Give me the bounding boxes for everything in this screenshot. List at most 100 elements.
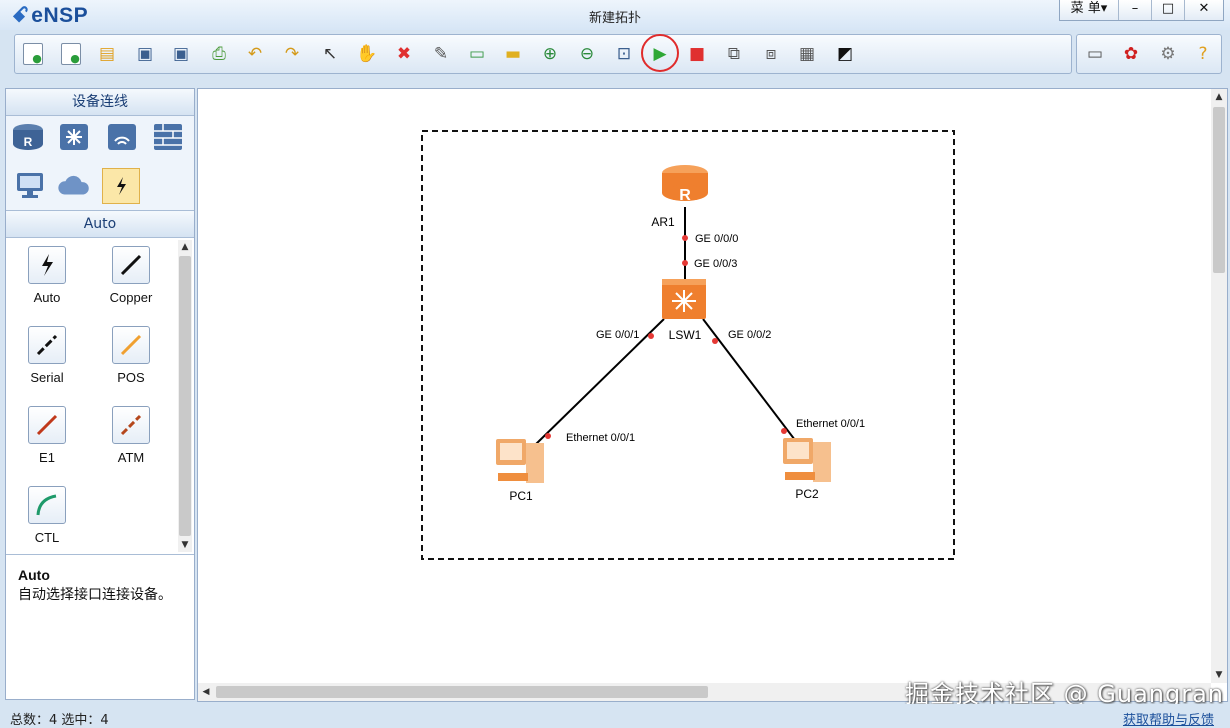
port-label: Ethernet 0/0/1: [796, 418, 865, 430]
serial-cable-icon: [28, 326, 66, 364]
port-label: GE 0/0/0: [695, 233, 738, 245]
cable-item-auto[interactable]: Auto: [12, 246, 82, 305]
capture-icon[interactable]: ⧉: [722, 42, 746, 66]
copper-cable-icon: [112, 246, 150, 284]
cable-label: E1: [39, 450, 55, 465]
zoom-out-icon[interactable]: ⊖: [575, 42, 599, 66]
scroll-thumb[interactable]: [216, 686, 708, 698]
close-button[interactable]: ✕: [1184, 0, 1223, 20]
topology-svg: R AR1 LSW1 PC1 PC2 GE 0/0/0 GE 0/0/3 GE …: [421, 130, 955, 560]
svg-text:R: R: [679, 187, 691, 204]
print-icon[interactable]: ⎙: [207, 42, 231, 66]
window-controls: 菜 单▾ – □ ✕: [1059, 0, 1224, 21]
router-ar1[interactable]: R: [662, 165, 708, 204]
window-title: 新建拓扑: [588, 11, 641, 26]
huawei-logo-icon[interactable]: ✿: [1119, 42, 1143, 66]
canvas-vertical-scrollbar[interactable]: ▲ ▼: [1211, 89, 1227, 683]
cable-label: Auto: [33, 290, 61, 305]
scroll-thumb[interactable]: [1213, 107, 1225, 273]
switch-lsw1[interactable]: [662, 279, 706, 319]
pc-icon[interactable]: [12, 168, 48, 202]
wlan-icon[interactable]: [104, 120, 140, 154]
pc-pc2[interactable]: [783, 438, 831, 482]
scroll-down-icon[interactable]: ▼: [178, 538, 192, 552]
pan-hand-icon[interactable]: ✋: [355, 42, 379, 66]
undo-icon[interactable]: ↶: [243, 42, 267, 66]
cable-label: Serial: [30, 370, 64, 385]
node-label-pc2: PC2: [795, 487, 819, 501]
scroll-thumb[interactable]: [179, 256, 191, 536]
message-icon[interactable]: ▭: [1083, 42, 1107, 66]
ctl-cable-icon: [28, 486, 66, 524]
port-label: GE 0/0/1: [596, 329, 639, 341]
node-label-pc1: PC1: [509, 489, 533, 503]
device-panel: 设备连线 R Auto Auto Copper Serial POS E1 AT…: [5, 88, 195, 700]
cable-item-ctl[interactable]: CTL: [12, 486, 82, 545]
topology-arrange-icon[interactable]: ⧈: [759, 42, 783, 66]
atm-cable-icon: [112, 406, 150, 444]
save-icon[interactable]: ▣: [133, 42, 157, 66]
cable-label: Copper: [109, 290, 153, 305]
open-icon[interactable]: ▤: [95, 42, 119, 66]
cable-type-header: Auto: [6, 211, 194, 238]
new-topology-icon[interactable]: ●: [23, 43, 43, 65]
zoom-in-icon[interactable]: ⊕: [538, 42, 562, 66]
e1-cable-icon: [28, 406, 66, 444]
pc-pc1[interactable]: [496, 439, 544, 483]
topology-canvas[interactable]: R AR1 LSW1 PC1 PC2 GE 0/0/0 GE 0/0/3 GE …: [197, 88, 1228, 702]
main-toolbar: ● ● ▤ ▣ ▣ ⎙ ↶ ↷ ↖ ✋ ✖ ✎ ▭ ▬ ⊕ ⊖ ⊡ ▶ ■ ⧉ …: [14, 34, 1072, 74]
scroll-up-icon[interactable]: ▲: [1211, 89, 1227, 105]
firewall-icon[interactable]: [150, 120, 186, 154]
router-icon[interactable]: R: [10, 120, 46, 154]
new-template-icon[interactable]: ●: [61, 43, 81, 65]
cable-icon[interactable]: [102, 168, 140, 204]
cable-item-serial[interactable]: Serial: [12, 326, 82, 385]
text-annotation-icon[interactable]: ▭: [465, 42, 489, 66]
minimize-button[interactable]: –: [1118, 0, 1151, 20]
rectangle-icon[interactable]: ▬: [501, 42, 525, 66]
port-label: Ethernet 0/0/1: [566, 432, 635, 444]
scroll-left-icon[interactable]: ◀: [198, 684, 214, 700]
fit-view-icon[interactable]: ⊡: [612, 42, 636, 66]
menu-button[interactable]: 菜 单▾: [1060, 0, 1118, 20]
cable-description: Auto 自动选择接口连接设备。: [6, 555, 194, 616]
cable-item-e1[interactable]: E1: [12, 406, 82, 465]
device-category-grid: R: [6, 116, 194, 211]
panel-title: 设备连线: [6, 89, 194, 116]
title-bar: ꗃeNSP 新建拓扑 菜 单▾ – □ ✕: [0, 0, 1230, 30]
port-dot: [712, 338, 718, 344]
redo-icon[interactable]: ↷: [280, 42, 304, 66]
select-pointer-icon[interactable]: ↖: [318, 42, 342, 66]
cable-item-copper[interactable]: Copper: [96, 246, 166, 305]
cable-label: CTL: [34, 530, 60, 545]
cable-label: POS: [117, 370, 145, 385]
cable-label: ATM: [117, 450, 145, 465]
auto-cable-icon: [28, 246, 66, 284]
cable-item-pos[interactable]: POS: [96, 326, 166, 385]
cable-list: Auto Copper Serial POS E1 ATM CTL ▲ ▼: [6, 238, 194, 555]
cable-list-scrollbar[interactable]: ▲ ▼: [178, 240, 192, 552]
grid-icon[interactable]: ▦: [795, 42, 819, 66]
cable-item-atm[interactable]: ATM: [96, 406, 166, 465]
cloud-icon[interactable]: [56, 168, 92, 202]
scroll-up-icon[interactable]: ▲: [178, 240, 192, 254]
help-icon[interactable]: ?: [1191, 42, 1215, 66]
save-as-icon[interactable]: ▣: [169, 42, 193, 66]
port-dot: [648, 333, 654, 339]
port-dot: [682, 260, 688, 266]
maximize-button[interactable]: □: [1151, 0, 1184, 20]
selection-count: 总数：4 选中：4: [10, 713, 109, 728]
description-text: 自动选择接口连接设备。: [18, 587, 172, 603]
port-dot: [545, 433, 551, 439]
settings-gear-icon[interactable]: ⚙: [1156, 42, 1180, 66]
delete-link-icon[interactable]: ✎: [429, 42, 453, 66]
switch-icon[interactable]: [56, 120, 92, 154]
start-device-icon[interactable]: ▶: [648, 42, 672, 66]
stop-device-icon[interactable]: ■: [685, 42, 709, 66]
help-feedback-link[interactable]: 获取帮助与反馈: [1123, 709, 1214, 728]
status-bar: 总数：4 选中：4 获取帮助与反馈: [0, 704, 1230, 728]
port-dot: [682, 235, 688, 241]
svg-text:R: R: [24, 135, 33, 149]
delete-icon[interactable]: ✖: [392, 42, 416, 66]
screenshot-icon[interactable]: ◩: [833, 42, 857, 66]
